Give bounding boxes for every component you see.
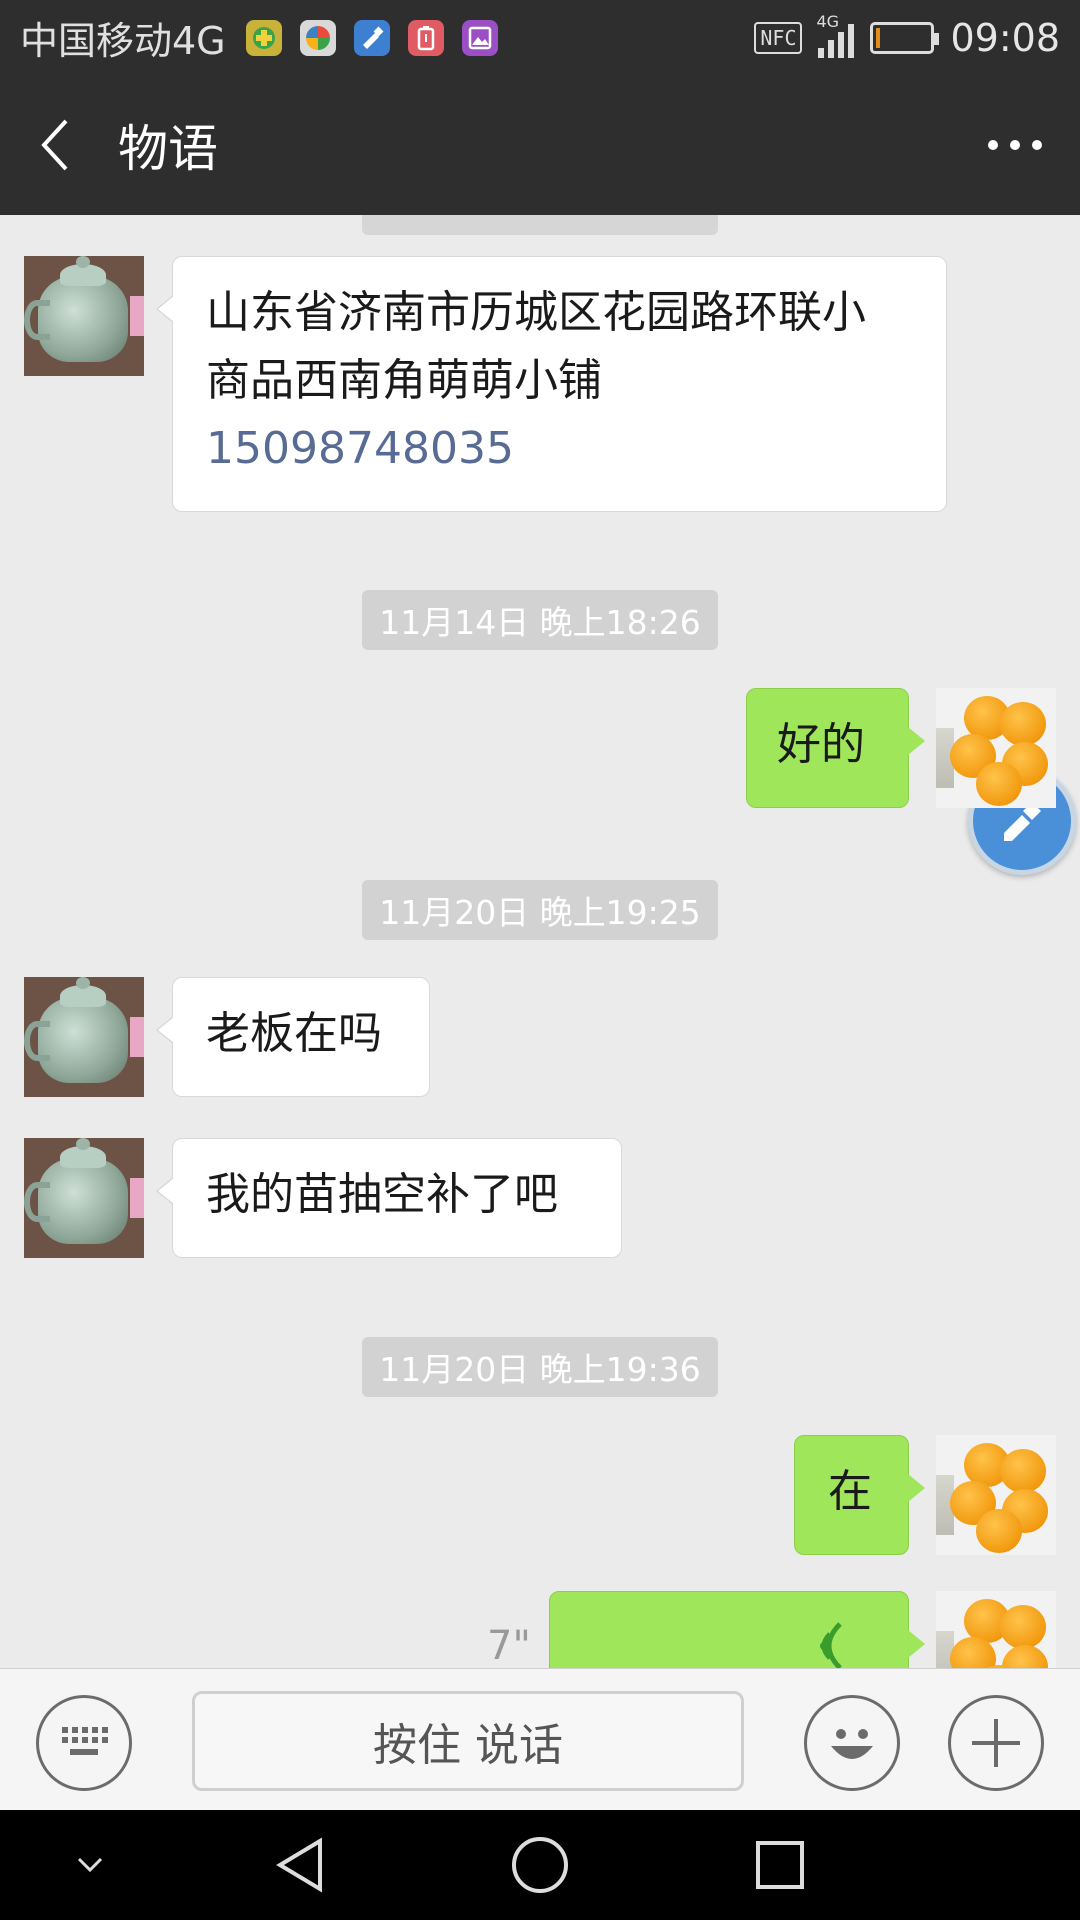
message-text: 商品西南角萌萌小铺 — [206, 355, 602, 406]
status-indicators: NFC 4G 09:08 — [754, 12, 1060, 60]
square-recents-icon — [756, 1841, 804, 1889]
red-battery-app-icon — [407, 19, 444, 56]
message-bubble-incoming[interactable]: 老板在吗 — [156, 977, 430, 1097]
contact-avatar[interactable] — [24, 977, 144, 1097]
battery-icon — [870, 21, 940, 54]
my-avatar[interactable] — [936, 1591, 1056, 1668]
keyboard-icon — [62, 1727, 108, 1755]
more-options-button[interactable] — [950, 75, 1080, 215]
voice-duration-label: 7" — [487, 1623, 531, 1668]
emoji-button[interactable] — [804, 1695, 900, 1791]
my-avatar[interactable] — [936, 688, 1056, 808]
voice-message-bubble[interactable] — [549, 1591, 925, 1668]
message-bubble-outgoing[interactable]: 好的 — [746, 688, 925, 808]
more-dot-icon — [988, 140, 998, 150]
status-bar: 中国移动4G NFC 4G 09:08 — [0, 0, 1080, 75]
purple-gallery-app-icon — [461, 19, 498, 56]
timestamp: 11月20日 晚上19:36 — [362, 1337, 718, 1397]
triangle-back-icon — [276, 1837, 322, 1893]
partial-timestamp — [362, 215, 718, 235]
color-wheel-app-icon — [299, 19, 336, 56]
chevron-left-icon — [41, 119, 68, 171]
blue-brush-app-icon — [353, 19, 390, 56]
status-clock: 09:08 — [950, 15, 1060, 60]
plus-icon — [972, 1719, 1020, 1767]
green-app-icon — [245, 19, 282, 56]
message-bubble-incoming[interactable]: 我的苗抽空补了吧 — [156, 1138, 622, 1258]
message-bubble-outgoing[interactable]: 在 — [794, 1435, 925, 1555]
message-text: 山东省济南市历城区花园路环联小 — [206, 287, 866, 338]
message-text: 我的苗抽空补了吧 — [206, 1169, 558, 1220]
more-attachments-button[interactable] — [948, 1695, 1044, 1791]
chat-input-bar: 按住 说话 — [0, 1668, 1080, 1810]
message-bubble-incoming[interactable]: 山东省济南市历城区花园路环联小 商品西南角萌萌小铺 15098748035 — [156, 256, 947, 512]
system-navigation-bar — [0, 1810, 1080, 1920]
chat-title: 物语 — [118, 120, 218, 178]
more-dot-icon — [1010, 140, 1020, 150]
more-dot-icon — [1032, 140, 1042, 150]
timestamp: 11月14日 晚上18:26 — [362, 590, 718, 650]
nav-home-button[interactable] — [470, 1810, 610, 1920]
smiley-icon — [831, 1729, 873, 1759]
message-text: 好的 — [777, 719, 865, 770]
timestamp: 11月20日 晚上19:25 — [362, 880, 718, 940]
contact-avatar[interactable] — [24, 1138, 144, 1258]
nfc-icon: NFC — [754, 21, 803, 54]
message-text: 在 — [828, 1466, 872, 1517]
message-list[interactable]: 山东省济南市历城区花园路环联小 商品西南角萌萌小铺 15098748035 11… — [0, 215, 1080, 1668]
back-button[interactable] — [0, 75, 110, 215]
hide-nav-button[interactable] — [20, 1810, 160, 1920]
circle-home-icon — [512, 1837, 568, 1893]
hold-to-talk-button[interactable]: 按住 说话 — [192, 1691, 744, 1791]
keyboard-toggle-button[interactable] — [36, 1695, 132, 1791]
contact-avatar[interactable] — [24, 256, 144, 376]
network-type-label: 4G — [816, 11, 840, 31]
nav-back-button[interactable] — [230, 1810, 370, 1920]
phone-number-link[interactable]: 15098748035 — [206, 415, 913, 483]
voice-wave-icon — [820, 1622, 842, 1668]
signal-icon: 4G — [816, 12, 855, 58]
message-text: 老板在吗 — [206, 1008, 382, 1059]
nav-recents-button[interactable] — [710, 1810, 850, 1920]
notification-icons — [245, 19, 498, 56]
chat-header: 物语 — [0, 75, 1080, 215]
chevron-down-icon — [77, 1857, 103, 1873]
carrier-label: 中国移动4G — [20, 19, 226, 63]
my-avatar[interactable] — [936, 1435, 1056, 1555]
